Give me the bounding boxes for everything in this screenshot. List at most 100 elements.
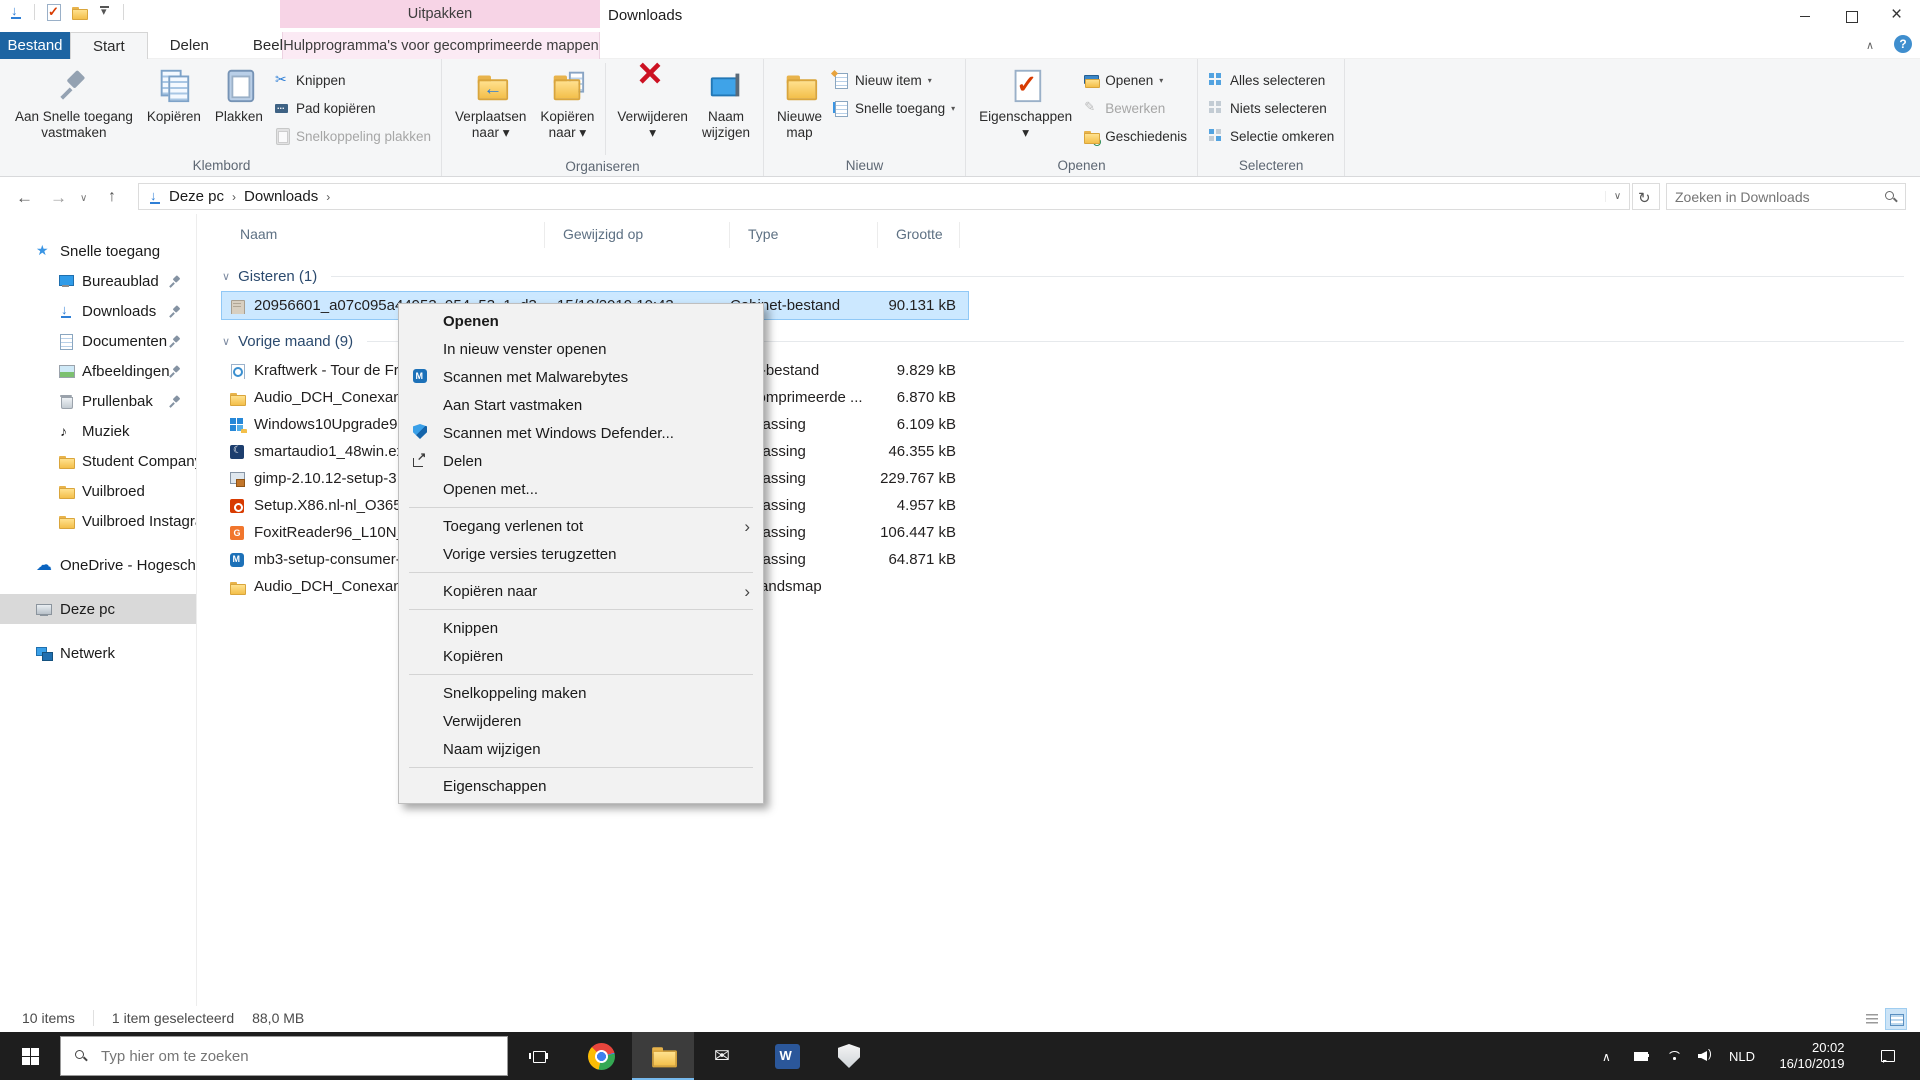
- menu-item-openen-met-[interactable]: Openen met...: [399, 475, 763, 503]
- taskbar-app-mail[interactable]: [694, 1032, 756, 1080]
- start-button[interactable]: [0, 1032, 60, 1080]
- ribbon-button-naam[interactable]: Naam wijzigen: [695, 61, 757, 155]
- sidebar-item-netwerk[interactable]: Netwerk: [0, 638, 196, 668]
- mail-icon: [714, 1045, 735, 1068]
- ribbon-button-snelkoppeling-plakken[interactable]: Snelkoppeling plakken: [270, 125, 435, 147]
- column-header-grootte[interactable]: Grootte: [878, 222, 960, 248]
- tab-contextual-compressed[interactable]: Hulpprogramma's voor gecomprimeerde mapp…: [282, 32, 600, 59]
- ribbon-button-alles-selecteren[interactable]: Alles selecteren: [1204, 69, 1338, 91]
- ribbon-button-selectie-omkeren[interactable]: Selectie omkeren: [1204, 125, 1338, 147]
- tab-bestand[interactable]: Bestand: [0, 32, 70, 59]
- customize-caret-icon[interactable]: [97, 4, 113, 20]
- menu-item-scannen-met-malwarebytes[interactable]: Scannen met Malwarebytes: [399, 363, 763, 391]
- sidebar-item-deze-pc[interactable]: Deze pc: [0, 594, 196, 624]
- column-header-naam[interactable]: Naam: [222, 222, 545, 248]
- ribbon-button-knippen[interactable]: Knippen: [270, 69, 435, 91]
- ribbon-button-bewerken[interactable]: Bewerken: [1079, 97, 1191, 119]
- menu-item-vorige-versies-terugzetten[interactable]: Vorige versies terugzetten: [399, 540, 763, 568]
- sidebar-item-bureaublad[interactable]: Bureaublad: [0, 266, 196, 296]
- taskbar-app-task-view[interactable]: [508, 1032, 570, 1080]
- language-indicator[interactable]: NLD: [1722, 1032, 1762, 1080]
- menu-item-aan-start-vastmaken[interactable]: Aan Start vastmaken: [399, 391, 763, 419]
- sidebar-item-muziek[interactable]: Muziek: [0, 416, 196, 446]
- file-group-header[interactable]: ∨ Gisteren (1): [222, 260, 1912, 292]
- clock[interactable]: 20:02 16/10/2019: [1766, 1032, 1858, 1080]
- close-button[interactable]: [1874, 0, 1920, 32]
- ribbon-button-nieuwe[interactable]: Nieuwe map: [770, 61, 829, 155]
- sidebar-item-downloads[interactable]: Downloads: [0, 296, 196, 326]
- breadcrumb-segment[interactable]: Deze pc: [163, 188, 230, 205]
- address-dropdown-icon[interactable]: ∨: [1605, 191, 1629, 202]
- menu-item-openen[interactable]: Openen: [399, 307, 763, 335]
- menu-item-delen[interactable]: Delen: [399, 447, 763, 475]
- ribbon-button-kopi-ren[interactable]: Kopiëren: [140, 61, 208, 155]
- breadcrumb-separator-icon[interactable]: ›: [324, 190, 332, 204]
- recent-locations-button[interactable]: [78, 182, 98, 210]
- menu-item-scannen-met-windows-defender-[interactable]: Scannen met Windows Defender...: [399, 419, 763, 447]
- ribbon-button-openen[interactable]: Openen ▾: [1079, 69, 1191, 91]
- forward-button[interactable]: [44, 182, 72, 210]
- taskbar-search-input[interactable]: [61, 1037, 507, 1075]
- ribbon-button-verwijderen[interactable]: Verwijderen ▾: [610, 58, 695, 155]
- tab-start[interactable]: Start: [70, 32, 148, 59]
- menu-item-in-nieuw-venster-openen[interactable]: In nieuw venster openen: [399, 335, 763, 363]
- ribbon-button-geschiedenis[interactable]: Geschiedenis: [1079, 125, 1191, 147]
- menu-item-kopi-ren-naar[interactable]: Kopiëren naar ›: [399, 577, 763, 605]
- sidebar-item-snelle-toegang[interactable]: Snelle toegang: [0, 236, 196, 266]
- sidebar-item-prullenbak[interactable]: Prullenbak: [0, 386, 196, 416]
- search-icon[interactable]: [1883, 189, 1899, 205]
- menu-item-verwijderen[interactable]: Verwijderen: [399, 707, 763, 735]
- breadcrumb-separator-icon[interactable]: ›: [230, 190, 238, 204]
- network-indicator[interactable]: [1660, 1032, 1688, 1080]
- properties-check-icon[interactable]: [45, 4, 61, 21]
- column-header-type[interactable]: Type: [730, 222, 878, 248]
- collapse-ribbon-icon[interactable]: [1866, 36, 1882, 52]
- action-center-button[interactable]: [1868, 1032, 1908, 1080]
- breadcrumb-segment[interactable]: Downloads: [238, 188, 324, 205]
- sidebar-item-vuilbroed-instagram[interactable]: Vuilbroed Instagram: [0, 506, 196, 536]
- menu-item-kopi-ren[interactable]: Kopiëren: [399, 642, 763, 670]
- refresh-button[interactable]: [1632, 183, 1660, 210]
- help-icon[interactable]: ?: [1894, 35, 1912, 53]
- view-details-button[interactable]: [1885, 1008, 1907, 1030]
- select-all-icon: [1208, 72, 1224, 88]
- ribbon-button-nieuw-item[interactable]: Nieuw item ▾: [829, 69, 959, 91]
- ribbon-button-plakken[interactable]: Plakken: [208, 61, 270, 155]
- sidebar-item-documenten[interactable]: Documenten: [0, 326, 196, 356]
- sidebar-item-vuilbroed[interactable]: Vuilbroed: [0, 476, 196, 506]
- view-list-button[interactable]: [1862, 1009, 1882, 1029]
- sidebar-item-afbeeldingen[interactable]: Afbeeldingen: [0, 356, 196, 386]
- ribbon-button-label: Alles selecteren: [1230, 72, 1326, 88]
- tab-delen[interactable]: Delen: [148, 32, 231, 59]
- ribbon-button-verplaatsen[interactable]: Verplaatsen naar ▾: [448, 61, 533, 155]
- battery-indicator[interactable]: [1628, 1032, 1656, 1080]
- menu-item-naam-wijzigen[interactable]: Naam wijzigen: [399, 735, 763, 763]
- ribbon-button-niets-selecteren[interactable]: Niets selecteren: [1204, 97, 1338, 119]
- menu-item-snelkoppeling-maken[interactable]: Snelkoppeling maken: [399, 679, 763, 707]
- up-button[interactable]: [102, 182, 130, 210]
- ribbon-button-aan-snelle-toegang[interactable]: Aan Snelle toegang vastmaken: [8, 61, 140, 155]
- address-bar[interactable]: Deze pc›Downloads› ∨: [138, 183, 1630, 210]
- column-header-gewijzigd-op[interactable]: Gewijzigd op: [545, 222, 730, 248]
- ribbon-button-kopi-ren[interactable]: Kopiëren naar ▾: [533, 61, 601, 155]
- sidebar-item-student-company[interactable]: Student Company: [0, 446, 196, 476]
- minimize-button[interactable]: [1782, 0, 1828, 32]
- volume-indicator[interactable]: [1692, 1032, 1720, 1080]
- ribbon-button-pad-kopi-ren[interactable]: Pad kopiëren: [270, 97, 435, 119]
- ribbon-button-snelle-toegang[interactable]: Snelle toegang ▾: [829, 97, 959, 119]
- new-folder-icon[interactable]: [71, 4, 88, 20]
- menu-item-knippen[interactable]: Knippen: [399, 614, 763, 642]
- tray-chevron-button[interactable]: [1596, 1032, 1624, 1080]
- taskbar-app-word[interactable]: [756, 1032, 818, 1080]
- taskbar-app-explorer[interactable]: [632, 1032, 694, 1080]
- search-input[interactable]: [1667, 184, 1905, 209]
- menu-item-toegang-verlenen-tot[interactable]: Toegang verlenen tot ›: [399, 512, 763, 540]
- ribbon-button-eigenschappen[interactable]: Eigenschappen ▾: [972, 61, 1079, 155]
- menu-item-eigenschappen[interactable]: Eigenschappen: [399, 772, 763, 800]
- back-button[interactable]: [10, 182, 38, 210]
- taskbar-app-defender[interactable]: [818, 1032, 880, 1080]
- sidebar-item-onedrive-hogescho[interactable]: OneDrive - Hogescho: [0, 550, 196, 580]
- maximize-button[interactable]: [1828, 0, 1874, 32]
- taskbar-app-chrome[interactable]: [570, 1032, 632, 1080]
- location-downloads-icon: [8, 3, 24, 20]
